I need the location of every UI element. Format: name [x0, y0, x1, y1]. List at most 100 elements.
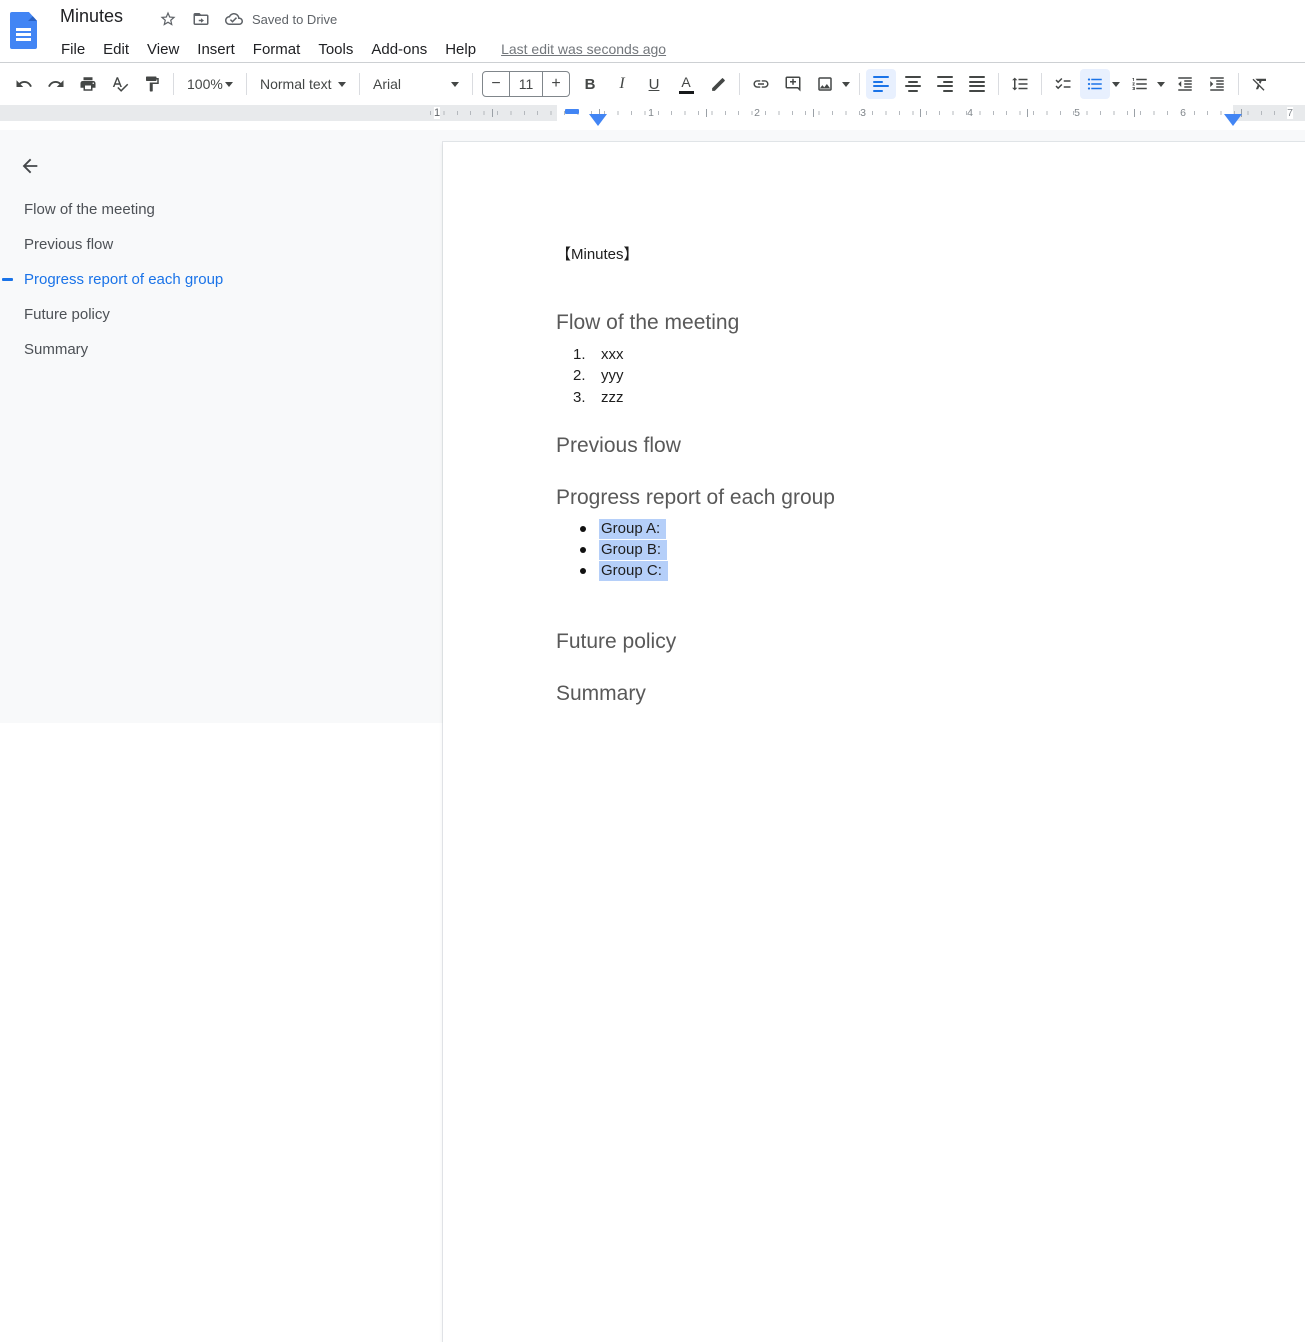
list-item[interactable]: 3. zzz [556, 387, 1265, 408]
bulleted-list-button[interactable] [1080, 69, 1110, 99]
undo-button[interactable] [9, 69, 39, 99]
clear-formatting-icon [1251, 75, 1269, 93]
spellcheck-button[interactable] [105, 69, 135, 99]
top-bar: Minutes Saved to Drive File Edit View In… [0, 0, 1305, 63]
clear-formatting-button[interactable] [1245, 69, 1275, 99]
menu-file[interactable]: File [52, 38, 94, 61]
list-item[interactable]: 2. yyy [556, 365, 1265, 386]
list-item[interactable]: Group C: [556, 560, 1265, 581]
align-left-icon [873, 76, 889, 92]
font-size-input[interactable]: 11 [509, 71, 543, 97]
selected-text[interactable]: Group C: [599, 561, 668, 581]
bold-button[interactable]: B [575, 69, 605, 99]
align-center-icon [905, 76, 921, 92]
decrease-indent-button[interactable] [1170, 69, 1200, 99]
menu-tools[interactable]: Tools [309, 38, 362, 61]
chevron-down-icon [451, 82, 459, 87]
outline-item-future[interactable]: Future policy [0, 297, 430, 332]
saved-status[interactable]: Saved to Drive [224, 9, 337, 29]
highlighter-icon [710, 76, 727, 93]
chevron-down-icon [225, 82, 233, 87]
outline-item-summary[interactable]: Summary [0, 332, 430, 367]
line-spacing-button[interactable] [1005, 69, 1035, 99]
numbered-list-button[interactable] [1125, 69, 1155, 99]
menu-edit[interactable]: Edit [94, 38, 138, 61]
underline-button[interactable]: U [639, 69, 669, 99]
first-line-indent-marker[interactable] [565, 109, 579, 114]
left-indent-marker[interactable] [589, 114, 607, 126]
font-size-decrease-button[interactable]: − [483, 71, 509, 97]
menu-addons[interactable]: Add-ons [362, 38, 436, 61]
list-item-text[interactable]: yyy [601, 367, 624, 384]
outline-item-previous[interactable]: Previous flow [0, 227, 430, 262]
zoom-select[interactable]: 100% [179, 69, 241, 99]
print-button[interactable] [73, 69, 103, 99]
menu-help[interactable]: Help [436, 38, 485, 61]
list-item-text[interactable]: xxx [601, 346, 624, 363]
list-item[interactable]: Group B: [556, 539, 1265, 560]
redo-button[interactable] [41, 69, 71, 99]
checklist-button[interactable] [1048, 69, 1078, 99]
list-item-text[interactable]: zzz [601, 389, 624, 406]
list-item[interactable]: Group A: [556, 518, 1265, 539]
align-right-button[interactable] [930, 69, 960, 99]
bulleted-list-dropdown[interactable] [1109, 69, 1123, 99]
indent-icon [1208, 75, 1226, 93]
insert-image-dropdown[interactable] [839, 69, 853, 99]
star-icon[interactable] [158, 9, 178, 29]
list-item[interactable]: 1. xxx [556, 344, 1265, 365]
bullet-icon [580, 526, 586, 532]
insert-link-button[interactable] [746, 69, 776, 99]
numbered-list: 1. xxx 2. yyy 3. zzz [556, 344, 1265, 408]
numbered-list-dropdown[interactable] [1154, 69, 1168, 99]
toolbar: 100% Normal text Arial − 11 + B I U A [0, 63, 1305, 105]
align-justify-button[interactable] [962, 69, 992, 99]
font-family-select[interactable]: Arial [365, 69, 467, 99]
doc-heading-future[interactable]: Future policy [556, 628, 1265, 655]
chevron-down-icon [1112, 82, 1120, 87]
docs-logo-icon[interactable] [10, 12, 37, 49]
highlight-color-button[interactable] [703, 69, 733, 99]
paint-format-button[interactable] [137, 69, 167, 99]
right-indent-marker[interactable] [1224, 114, 1242, 126]
doc-intro-line[interactable]: 【Minutes】 [556, 245, 1265, 265]
doc-heading-summary[interactable]: Summary [556, 680, 1265, 707]
close-outline-button[interactable] [16, 152, 44, 180]
menu-insert[interactable]: Insert [188, 38, 244, 61]
outline-item-flow[interactable]: Flow of the meeting [0, 192, 430, 227]
move-folder-icon[interactable] [191, 9, 211, 29]
logo-fold [28, 12, 37, 21]
outline-item-label: Future policy [24, 306, 110, 323]
ruler-number: 2 [754, 107, 760, 119]
align-left-button[interactable] [866, 69, 896, 99]
font-family-value: Arial [373, 76, 401, 92]
document-page[interactable]: 【Minutes】 Flow of the meeting 1. xxx 2. … [443, 142, 1305, 1342]
toolbar-divider [998, 73, 999, 95]
menu-bar: File Edit View Insert Format Tools Add-o… [52, 36, 666, 62]
insert-image-button[interactable] [810, 69, 840, 99]
italic-button[interactable]: I [607, 69, 637, 99]
ruler-strip: 1 1 2 3 4 5 6 7 [0, 105, 1305, 121]
doc-heading-flow[interactable]: Flow of the meeting [556, 309, 1265, 336]
toolbar-divider [359, 73, 360, 95]
menu-format[interactable]: Format [244, 38, 310, 61]
selected-text[interactable]: Group A: [599, 519, 666, 539]
active-item-dash [2, 278, 13, 281]
outline-item-progress[interactable]: Progress report of each group [0, 262, 430, 297]
selected-text[interactable]: Group B: [599, 540, 667, 560]
toolbar-divider [859, 73, 860, 95]
align-center-button[interactable] [898, 69, 928, 99]
outline-sidebar: Flow of the meeting Previous flow Progre… [0, 130, 430, 723]
doc-heading-previous[interactable]: Previous flow [556, 432, 1265, 459]
document-title[interactable]: Minutes [60, 6, 123, 27]
menu-view[interactable]: View [138, 38, 188, 61]
increase-indent-button[interactable] [1202, 69, 1232, 99]
paragraph-style-select[interactable]: Normal text [252, 69, 354, 99]
outline-item-label: Flow of the meeting [24, 201, 155, 218]
last-edit-link[interactable]: Last edit was seconds ago [501, 41, 666, 57]
text-color-button[interactable]: A [671, 69, 701, 99]
font-size-increase-button[interactable]: + [543, 71, 569, 97]
insert-comment-button[interactable] [778, 69, 808, 99]
toolbar-divider [1041, 73, 1042, 95]
doc-heading-progress[interactable]: Progress report of each group [556, 484, 1265, 511]
